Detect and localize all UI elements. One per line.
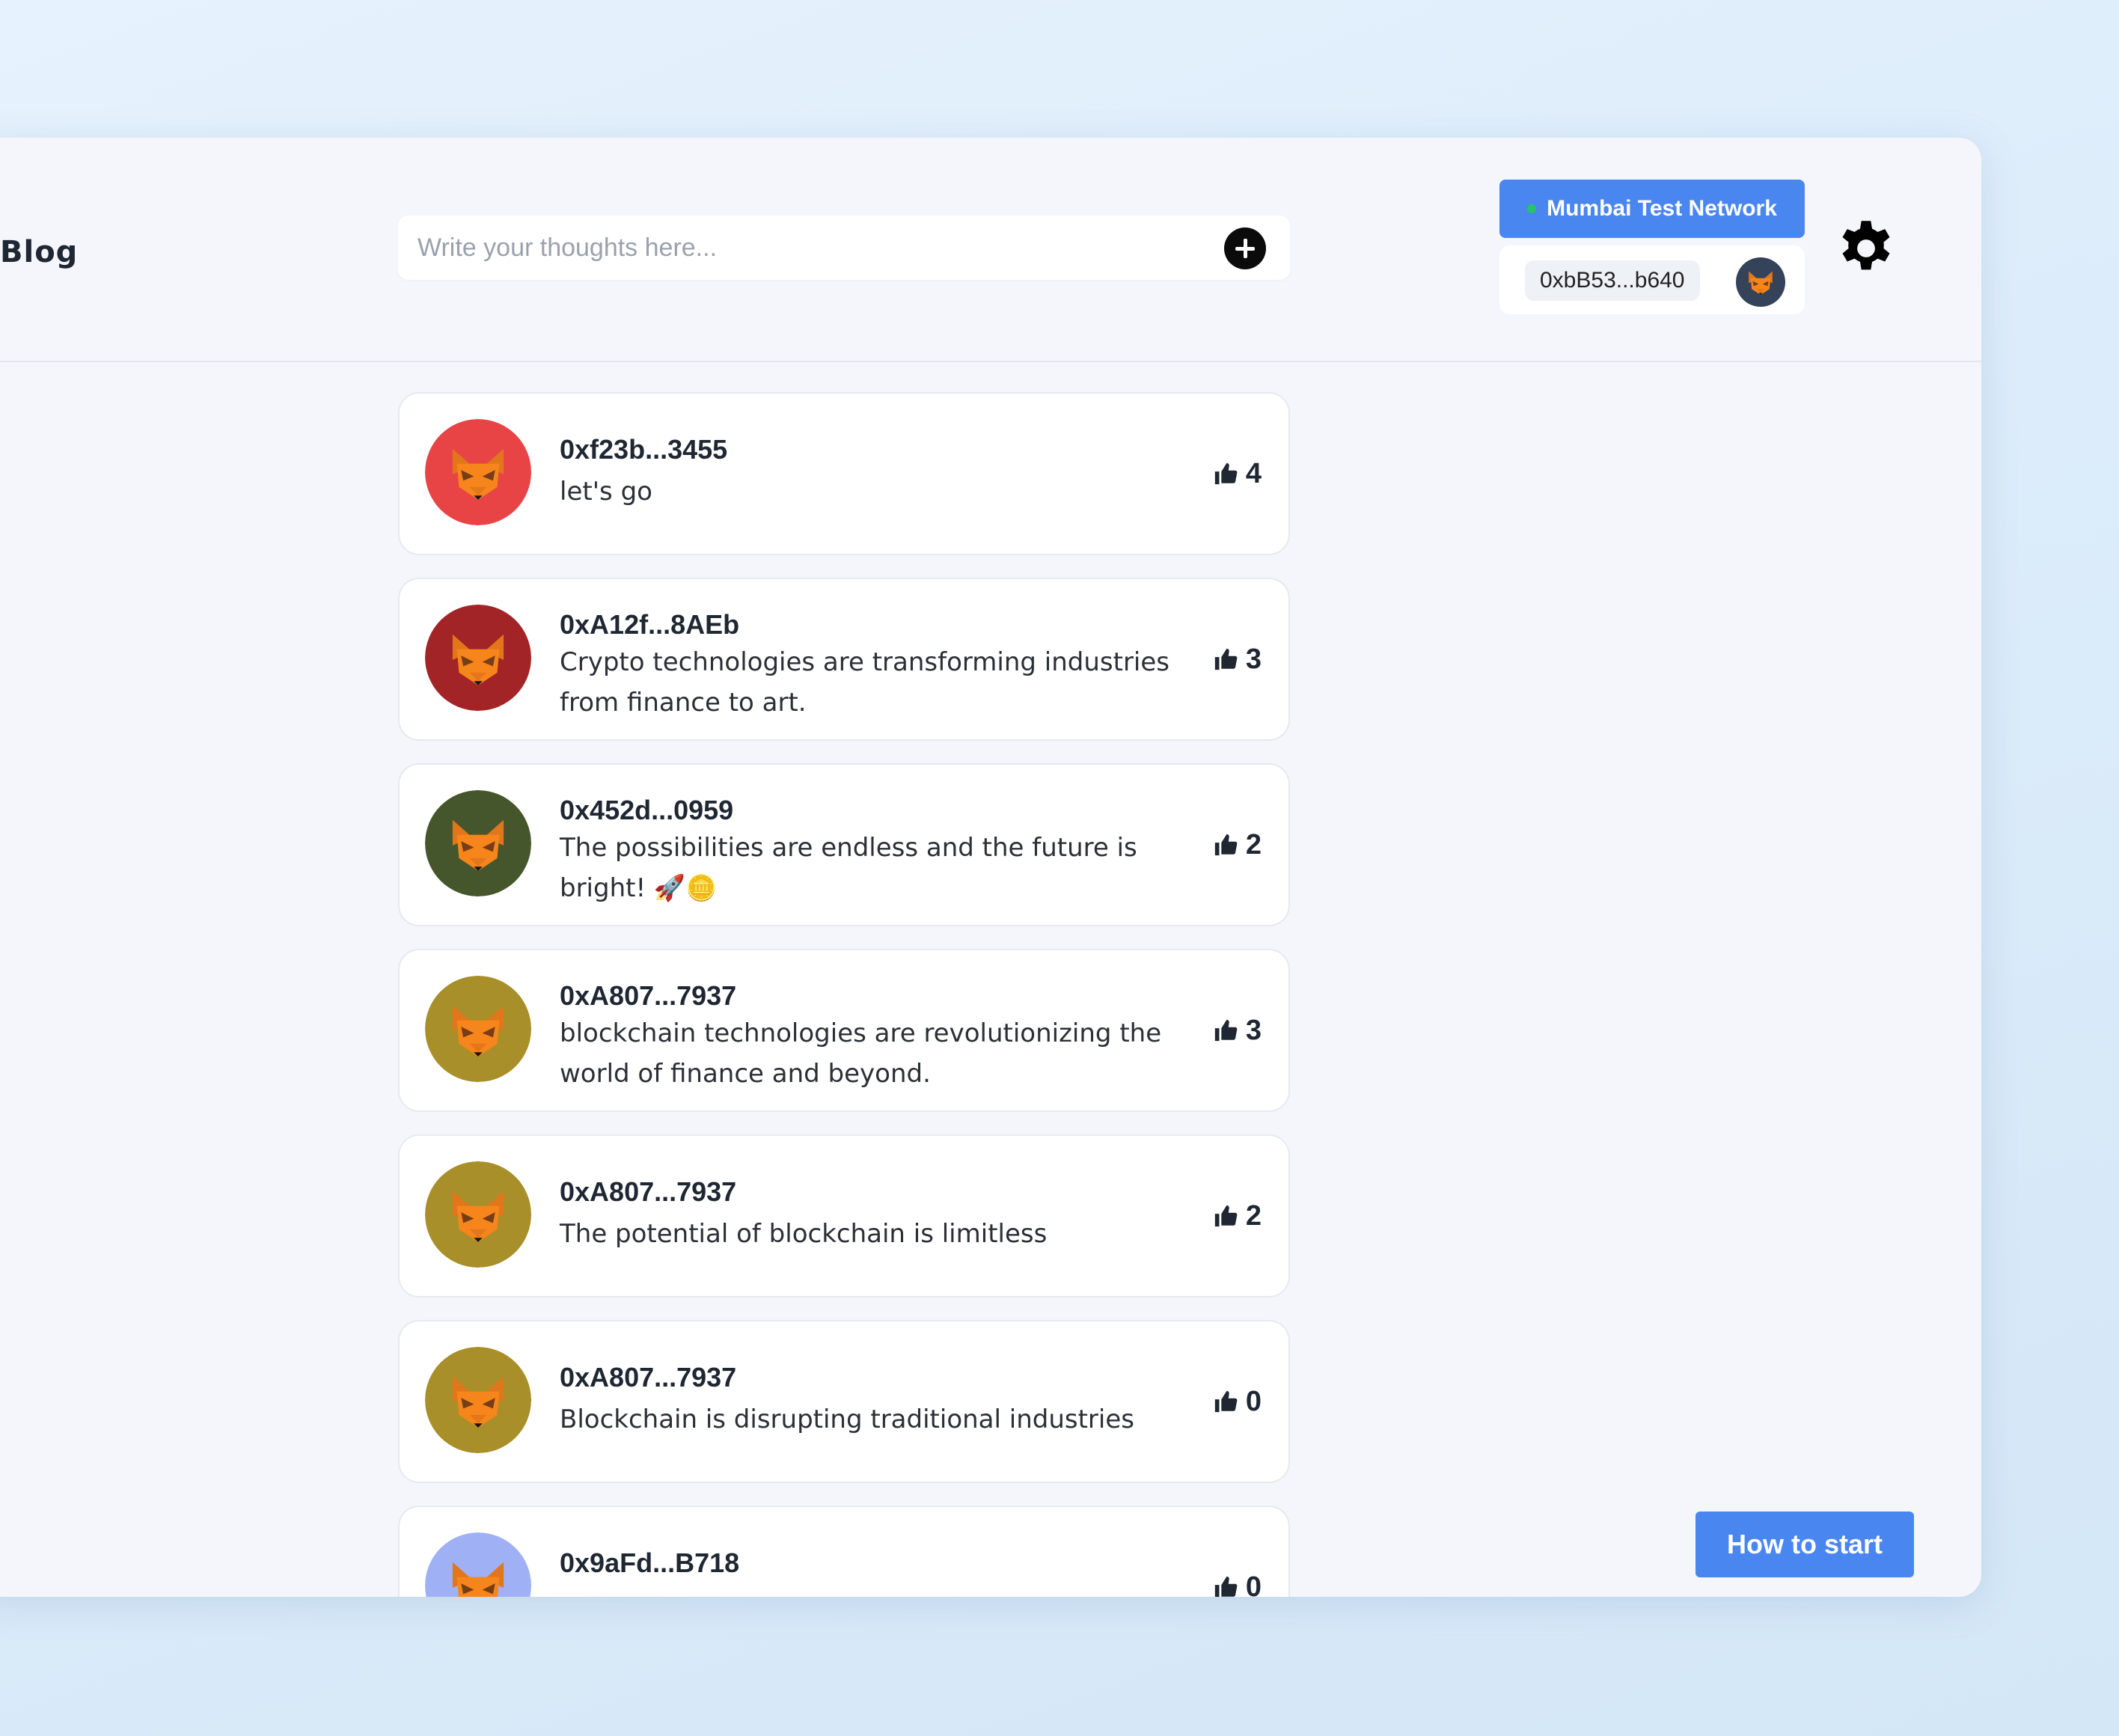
like-button[interactable]: 3 — [1213, 579, 1262, 739]
fox-icon — [425, 605, 531, 711]
compose-box — [398, 216, 1290, 280]
fox-icon — [425, 1532, 531, 1597]
post-card: 0x452d...0959 The possibilities are endl… — [398, 763, 1290, 926]
wallet-address: 0xbB53...b640 — [1525, 260, 1700, 301]
wallet-avatar — [1736, 257, 1785, 307]
like-button[interactable]: 4 — [1213, 394, 1262, 554]
like-button[interactable]: 3 — [1213, 950, 1262, 1110]
fox-icon — [425, 790, 531, 896]
like-count: 2 — [1245, 828, 1262, 861]
thumbs-up-icon — [1214, 648, 1238, 670]
settings-gear-icon[interactable] — [1835, 217, 1898, 280]
post-card: 0xf23b...3455 let's go 4 — [398, 392, 1290, 555]
thumbs-up-icon — [1214, 1390, 1238, 1413]
like-count: 2 — [1245, 1199, 1262, 1232]
post-author: 0xA807...7937 — [560, 1362, 737, 1393]
post-author: 0xA12f...8AEb — [560, 609, 740, 640]
network-status-dot — [1527, 204, 1537, 213]
avatar — [425, 1532, 531, 1597]
post-author: 0xf23b...3455 — [560, 434, 728, 465]
like-count: 4 — [1245, 457, 1262, 489]
like-button[interactable]: 2 — [1213, 1136, 1262, 1296]
avatar — [425, 419, 531, 525]
post-content: Crypto technologies are transforming ind… — [560, 647, 1170, 718]
avatar — [425, 1347, 531, 1453]
like-count: 3 — [1245, 643, 1262, 675]
post-card: 0xA12f...8AEb Crypto technologies are tr… — [398, 578, 1290, 741]
how-to-start-button[interactable]: How to start — [1695, 1512, 1914, 1577]
thumbs-up-icon — [1214, 1019, 1238, 1042]
fox-icon — [425, 419, 531, 525]
thumbs-up-icon — [1214, 1576, 1238, 1597]
network-label: Mumbai Test Network — [1547, 196, 1777, 221]
post-author: 0xA807...7937 — [560, 1176, 737, 1207]
post-card: 0xA807...7937 Blockchain is disrupting t… — [398, 1320, 1290, 1483]
app-window: Blog Mumbai Test Network 0xbB53...b640 — [0, 138, 1981, 1597]
thumbs-up-icon — [1214, 834, 1238, 856]
post-content: blockchain technologies are revolutioniz… — [560, 1018, 1162, 1089]
like-count: 0 — [1245, 1571, 1262, 1598]
like-button[interactable]: 0 — [1213, 1321, 1262, 1482]
header: Blog Mumbai Test Network 0xbB53...b640 — [0, 138, 1981, 362]
post-feed: 0xf23b...3455 let's go 4 0xA12f...8AEb C… — [398, 392, 1291, 1597]
post-content: Blockchain is disrupting traditional ind… — [560, 1405, 1134, 1434]
thumbs-up-icon — [1214, 1205, 1238, 1227]
thumbs-up-icon — [1214, 462, 1238, 485]
post-content: The potential of blockchain is limitless — [560, 1219, 1048, 1249]
fox-icon — [425, 1161, 531, 1268]
avatar — [425, 1161, 531, 1268]
avatar — [425, 976, 531, 1082]
post-content: The possibilities are endless and the fu… — [560, 833, 1137, 903]
avatar — [425, 790, 531, 896]
post-card: 0x9aFd...B718 0 — [398, 1506, 1290, 1597]
avatar — [425, 605, 531, 711]
app-brand: Blog — [0, 235, 79, 269]
like-count: 3 — [1245, 1014, 1262, 1046]
post-author: 0x9aFd...B718 — [560, 1547, 740, 1578]
fox-icon — [1749, 271, 1773, 296]
post-card: 0xA807...7937 The potential of blockchai… — [398, 1134, 1290, 1298]
post-content: let's go — [560, 477, 652, 507]
post-author: 0x452d...0959 — [560, 795, 734, 825]
add-post-button[interactable] — [1224, 227, 1266, 269]
fox-icon — [425, 1347, 531, 1453]
like-button[interactable]: 0 — [1213, 1507, 1262, 1597]
post-author: 0xA807...7937 — [560, 980, 737, 1011]
wallet-box[interactable]: 0xbB53...b640 — [1499, 245, 1805, 314]
fox-icon — [425, 976, 531, 1082]
post-card: 0xA807...7937 blockchain technologies ar… — [398, 949, 1290, 1112]
network-badge[interactable]: Mumbai Test Network — [1499, 180, 1805, 238]
like-button[interactable]: 2 — [1213, 765, 1262, 925]
like-count: 0 — [1245, 1385, 1262, 1417]
compose-input[interactable] — [418, 216, 1181, 280]
